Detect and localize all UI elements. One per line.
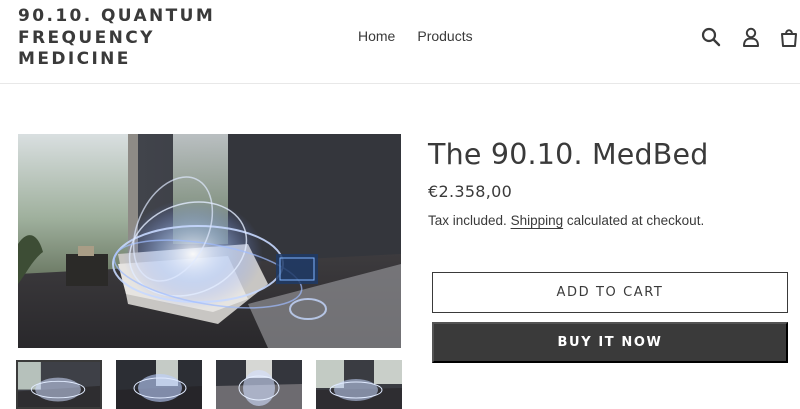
- tax-note-prefix: Tax included.: [428, 213, 511, 228]
- product-main-image[interactable]: [18, 134, 401, 348]
- site-header: 90.10. QUANTUM FREQUENCY MEDICINE Home P…: [0, 0, 800, 84]
- header-icons: [700, 26, 800, 50]
- site-logo[interactable]: 90.10. QUANTUM FREQUENCY MEDICINE: [18, 6, 238, 71]
- main-nav: Home Products: [358, 28, 473, 44]
- nav-link-home[interactable]: Home: [358, 28, 395, 44]
- nav-link-products[interactable]: Products: [417, 28, 472, 44]
- product-thumbnail-2[interactable]: [116, 360, 202, 409]
- tax-note: Tax included. Shipping calculated at che…: [428, 213, 704, 228]
- product-thumbnail-4[interactable]: [316, 360, 402, 409]
- product-thumbnail-3[interactable]: [216, 360, 302, 409]
- search-icon[interactable]: [700, 26, 722, 48]
- product-price: €2.358,00: [428, 182, 513, 201]
- account-icon[interactable]: [740, 26, 762, 48]
- buy-it-now-button[interactable]: BUY IT NOW: [432, 322, 788, 363]
- product-title: The 90.10. MedBed: [428, 138, 709, 171]
- product-thumbnail-1[interactable]: [16, 360, 102, 409]
- add-to-cart-button[interactable]: ADD TO CART: [432, 272, 788, 313]
- shipping-link[interactable]: Shipping: [511, 213, 564, 228]
- medbed-room-photo: [18, 134, 401, 348]
- product-thumbnails: [16, 360, 403, 409]
- cart-icon[interactable]: [778, 26, 800, 48]
- tax-note-suffix: calculated at checkout.: [563, 213, 705, 228]
